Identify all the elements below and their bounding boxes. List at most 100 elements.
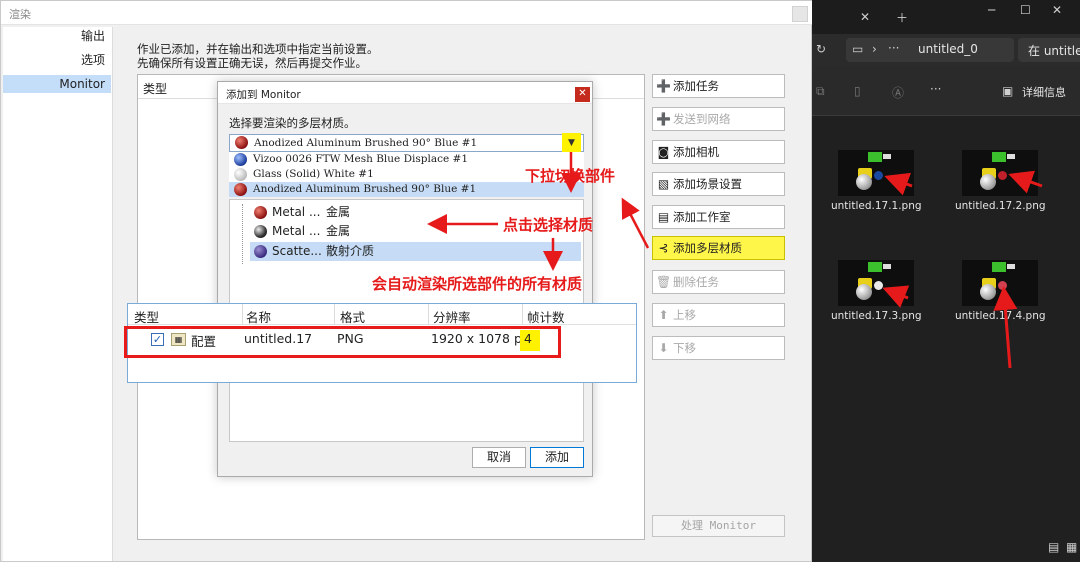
add-camera-label: 添加相机 bbox=[673, 145, 719, 159]
annotation-dropdown-switch: 下拉切换部件 bbox=[525, 167, 616, 185]
minimize-icon[interactable]: ─ bbox=[988, 3, 995, 17]
header-format: 格式 bbox=[340, 310, 366, 325]
tree-item-selected[interactable]: Scatte... 散射介质 bbox=[250, 242, 581, 261]
studio-icon: ▤ bbox=[657, 210, 670, 224]
part-dropdown[interactable]: Anodized Aluminum Brushed 90° Blue #1 ▼ bbox=[229, 133, 584, 153]
sidebar-item-options[interactable]: 选项 bbox=[3, 51, 111, 69]
material-ball-icon bbox=[254, 225, 267, 238]
window-close-icon[interactable]: ✕ bbox=[1052, 3, 1062, 17]
file-explorer: ✕ ＋ ─ ☐ ✕ ↻ ▭ › ··· untitled_0 在 untitle… bbox=[812, 0, 1080, 562]
add-studio-button[interactable]: ▤ 添加工作室 bbox=[652, 205, 785, 229]
more-options-icon[interactable]: ··· bbox=[930, 82, 941, 96]
address-field[interactable]: ▭ › ··· untitled_0 bbox=[846, 38, 1014, 62]
rename-icon[interactable]: Ⓐ bbox=[892, 84, 904, 101]
details-pane-icon[interactable]: ▣ bbox=[1002, 84, 1013, 98]
window-close-button[interactable] bbox=[792, 6, 808, 22]
dialog-prompt: 选择要渲染的多层材质。 bbox=[229, 116, 356, 130]
address-text: untitled_0 bbox=[918, 42, 978, 56]
tree-item-name: Metal ... bbox=[272, 205, 321, 219]
move-down-label: 下移 bbox=[673, 341, 696, 355]
delete-task-label: 删除任务 bbox=[673, 275, 719, 289]
window-title: 渲染 bbox=[9, 8, 31, 21]
annotation-click-select: 点击选择材质 bbox=[503, 216, 594, 234]
job-table-header: 类型 名称 格式 分辨率 帧计数 bbox=[128, 304, 636, 325]
add-multilayer-button[interactable]: ⊰ 添加多层材质 bbox=[652, 236, 785, 260]
new-tab-icon[interactable]: ＋ bbox=[896, 9, 908, 26]
add-scene-setting-button[interactable]: ▧ 添加场景设置 bbox=[652, 172, 785, 196]
header-separator bbox=[334, 304, 335, 325]
header-separator bbox=[522, 304, 523, 325]
file-thumbnail[interactable] bbox=[962, 150, 1038, 196]
sidebar-item-output[interactable]: 输出 bbox=[3, 27, 111, 45]
move-up-label: 上移 bbox=[673, 308, 696, 322]
file-name[interactable]: untitled.17.1.png bbox=[831, 200, 922, 213]
material-ball-icon bbox=[234, 168, 247, 181]
scene-icon: ▧ bbox=[657, 177, 670, 191]
more-icon: ··· bbox=[888, 41, 900, 55]
process-monitor-button[interactable]: 处理 Monitor bbox=[652, 515, 785, 537]
file-thumbnail[interactable] bbox=[838, 150, 914, 196]
add-multilayer-label: 添加多层材质 bbox=[673, 241, 742, 255]
camera-icon: ◙ bbox=[657, 145, 670, 159]
chevron-down-icon[interactable]: ▼ bbox=[562, 133, 581, 153]
sidebar: 输出 选项 Monitor bbox=[3, 27, 113, 561]
add-camera-button[interactable]: ◙ 添加相机 bbox=[652, 140, 785, 164]
tree-item-type: 散射介质 bbox=[326, 244, 375, 258]
dialog-close-icon[interactable]: ✕ bbox=[575, 87, 590, 102]
copy-icon[interactable]: ⧉ bbox=[816, 84, 825, 99]
add-task-button[interactable]: ➕ 添加任务 bbox=[652, 74, 785, 98]
details-view-icon[interactable]: ▤ bbox=[1048, 540, 1059, 554]
delete-task-button[interactable]: 🗑 删除任务 bbox=[652, 270, 785, 294]
add-studio-label: 添加工作室 bbox=[673, 210, 731, 224]
send-network-button[interactable]: ➕ 发送到网络 bbox=[652, 107, 785, 131]
dialog-title: 添加到 Monitor bbox=[226, 89, 301, 101]
dropdown-option-label: Vizoo 0026 FTW Mesh Blue Displace #1 bbox=[253, 153, 469, 165]
sidebar-item-monitor[interactable]: Monitor bbox=[3, 75, 111, 93]
explorer-toolbar: ⧉ ▯ Ⓐ ··· ▣ 详细信息 bbox=[812, 66, 1080, 116]
material-ball-icon bbox=[235, 136, 248, 149]
header-type: 类型 bbox=[134, 310, 160, 325]
send-network-label: 发送到网络 bbox=[673, 112, 731, 126]
material-ball-icon bbox=[234, 153, 247, 166]
plus-icon: ➕ bbox=[656, 79, 671, 93]
file-name[interactable]: untitled.17.4.png bbox=[955, 310, 1046, 323]
chevron-right-icon: › bbox=[872, 42, 877, 56]
multilayer-icon: ⊰ bbox=[658, 241, 669, 255]
file-thumbnail[interactable] bbox=[838, 260, 914, 306]
annotation-red-box bbox=[124, 326, 561, 358]
material-ball-icon bbox=[234, 183, 247, 196]
file-thumbnail[interactable] bbox=[962, 260, 1038, 306]
header-name: 名称 bbox=[246, 310, 272, 325]
arrow-up-icon: ⬆ bbox=[658, 308, 669, 322]
move-up-button[interactable]: ⬆ 上移 bbox=[652, 303, 785, 327]
search-field[interactable]: 在 untitled bbox=[1018, 38, 1080, 62]
details-button[interactable]: 详细信息 bbox=[1022, 84, 1066, 100]
trash-icon: 🗑 bbox=[656, 275, 672, 289]
add-button[interactable]: 添加 bbox=[530, 447, 584, 468]
file-name[interactable]: untitled.17.3.png bbox=[831, 310, 922, 323]
material-ball-icon bbox=[254, 206, 267, 219]
header-resolution: 分辨率 bbox=[433, 310, 471, 325]
add-scene-setting-label: 添加场景设置 bbox=[673, 177, 742, 191]
add-task-label: 添加任务 bbox=[673, 79, 719, 93]
annotation-auto-render: 会自动渲染所选部件的所有材质 bbox=[372, 275, 583, 293]
header-separator bbox=[242, 304, 243, 325]
dialog-titlebar: 添加到 Monitor ✕ bbox=[218, 82, 592, 104]
refresh-icon[interactable]: ↻ bbox=[816, 42, 826, 56]
tree-line bbox=[242, 204, 243, 264]
plus-icon: ➕ bbox=[656, 112, 671, 126]
tree-item-name: Metal ... bbox=[272, 224, 321, 238]
material-ball-icon bbox=[254, 245, 267, 258]
paste-icon[interactable]: ▯ bbox=[854, 84, 861, 98]
explorer-tab-bar: ✕ ＋ ─ ☐ ✕ bbox=[812, 0, 1080, 34]
file-name[interactable]: untitled.17.2.png bbox=[955, 200, 1046, 213]
computer-icon: ▭ bbox=[852, 42, 864, 56]
move-down-button[interactable]: ⬇ 下移 bbox=[652, 336, 785, 360]
tree-item-type: 金属 bbox=[326, 205, 351, 219]
tiles-view-icon[interactable]: ▦ bbox=[1066, 540, 1077, 554]
explorer-address-bar: ↻ ▭ › ··· untitled_0 在 untitled bbox=[812, 34, 1080, 66]
cancel-button[interactable]: 取消 bbox=[472, 447, 526, 468]
part-dropdown-value: Anodized Aluminum Brushed 90° Blue #1 bbox=[254, 137, 478, 149]
close-tab-icon[interactable]: ✕ bbox=[860, 10, 870, 24]
maximize-icon[interactable]: ☐ bbox=[1020, 3, 1031, 17]
